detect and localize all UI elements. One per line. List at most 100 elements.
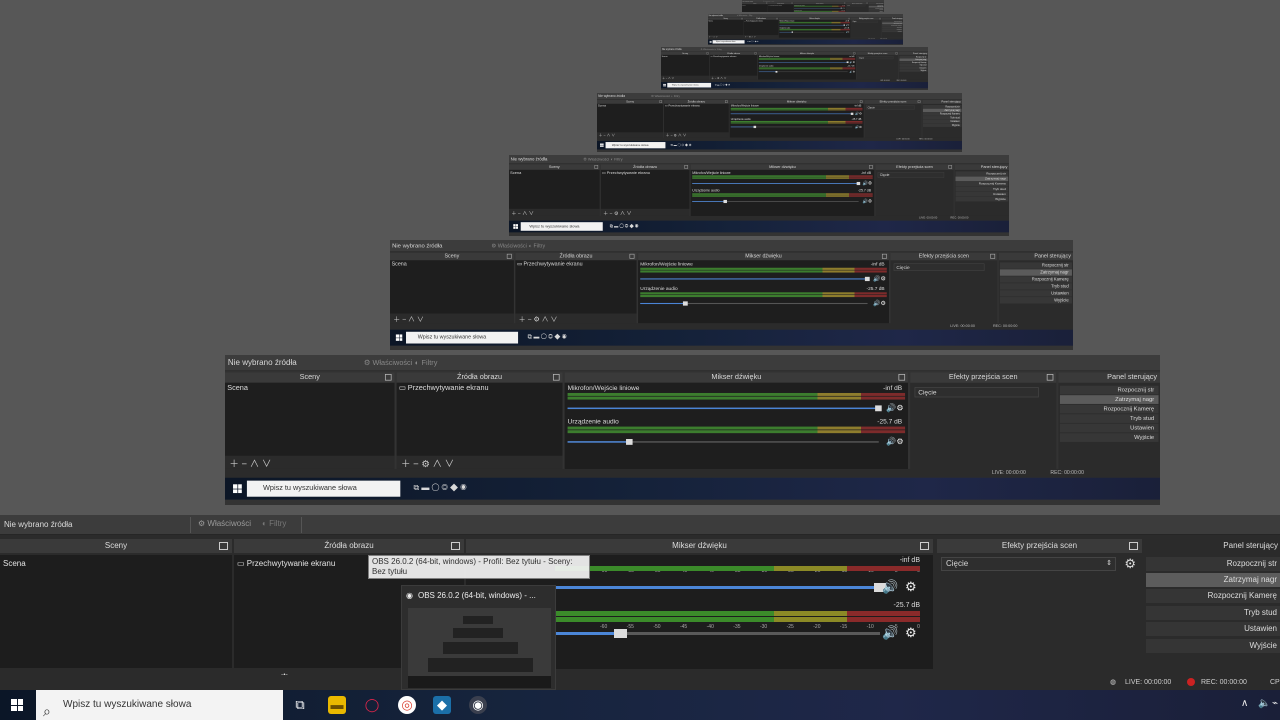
mini-sources-title: Źródła obrazu	[457, 373, 503, 382]
rec-timer: REC: 00:00:00	[1201, 679, 1247, 686]
mini-mixer-header: Mikser dźwięku	[638, 252, 889, 261]
mini-mic-speaker-icon: 🔊⚙	[855, 112, 862, 116]
mini-mixer-dock: Mikser dźwięku Mikrofon/Wejście liniowe …	[757, 52, 857, 80]
mini-source-item: ▭ Przechwytywanie ekranu	[768, 4, 783, 6]
scene-item[interactable]: Scena	[0, 555, 232, 572]
mini-sources-dock: Źródła obrazu ▭ Przechwytywanie ekranu ＋…	[600, 164, 690, 216]
stop-recording-button[interactable]: Zatrzymaj nagr	[1146, 573, 1280, 587]
preview-canvas[interactable]: Nie wybrano źródła ⚙ Właściwości ◐ Filtr…	[0, 0, 1280, 515]
mini-control-btn-0: Rozpocznij str	[1059, 385, 1159, 395]
steam-icon[interactable]: ◆	[433, 696, 451, 714]
exit-button[interactable]: Wyjście	[1146, 639, 1280, 653]
mini-source-item: ▭ Przechwytywanie ekranu	[601, 170, 650, 175]
mini-transitions-dock: Efekty przejścia scen Cięcie	[850, 17, 882, 38]
mini-float-icon	[859, 100, 863, 103]
mini-audio-meter	[567, 426, 906, 430]
mini-control-btn-3: Tryb stud	[1059, 414, 1159, 423]
mini-windows-icon	[663, 83, 666, 87]
float-dock-icon[interactable]	[219, 542, 228, 550]
mini-transitions-title: Efekty przejścia scen	[858, 17, 874, 20]
taskbar-search-box[interactable]: ⌕ Wpisz tu wyszukiwane słowa	[36, 690, 283, 720]
transitions-title: Efekty przejścia scen	[1001, 541, 1078, 550]
mini-mixer-title: Mikser dźwięku	[769, 164, 796, 170]
mini-mic-name: Mikrofon/Wejście liniowe	[567, 384, 640, 392]
speaker-tray-icon[interactable]: 🔈	[1258, 698, 1270, 709]
mini-float-icon	[881, 253, 887, 259]
mixer-title: Mikser dźwięku	[672, 541, 727, 550]
meter-tick-label: -35	[733, 624, 741, 630]
audio-settings-gear-icon[interactable]: ⚙	[905, 625, 917, 641]
windows-start-icon[interactable]	[11, 699, 23, 711]
start-virtualcam-button[interactable]: Rozpocznij Kamerę	[1146, 589, 1280, 603]
float-dock-icon[interactable]	[451, 542, 460, 550]
speaker-icon[interactable]: 🔊	[882, 625, 898, 641]
transition-settings-gear-icon[interactable]: ⚙	[1124, 556, 1136, 572]
mini-properties-label: Właściwości	[703, 48, 715, 51]
mini-mic-db: -inf dB	[883, 384, 903, 392]
studio-mode-button[interactable]: Tryb stud	[1146, 606, 1280, 620]
mini-control-btn-3: Tryb stud	[999, 283, 1072, 290]
mini-scenes-dock: Sceny Scena ＋ − ∧ ∨	[390, 252, 514, 324]
mini-scene-item: Scena	[597, 104, 606, 108]
start-stream-button[interactable]: Rozpocznij str	[1146, 557, 1280, 571]
mini-controls-dock: Panel sterujący Rozpocznij str Zatrzymaj…	[954, 164, 1009, 216]
mini-sources-dock: Źródła obrazu ▭ Przechwytywanie ekranu ＋…	[710, 52, 758, 80]
mini-controls-dock: Panel sterujący Rozpocznij str Zatrzymaj…	[922, 99, 962, 138]
mini-scenes-title: Sceny	[444, 253, 460, 260]
mini-transitions-dock: Efekty przejścia scen Cięcie	[910, 372, 1057, 469]
mini-transitions-header: Efekty przejścia scen	[856, 52, 899, 55]
mini-transitions-header: Efekty przejścia scen	[890, 252, 998, 261]
mini-source-item-label: Przechwytywanie ekranu	[746, 20, 763, 22]
mini-audio-db: -25.7 dB	[877, 417, 903, 426]
mini-filters-label: Filtry	[533, 242, 546, 249]
mini-sources-dock: Źródła obrazu ▭ Przechwytywanie ekranu ＋…	[515, 252, 637, 324]
mini-transition-select: Cięcie	[857, 56, 894, 60]
source-item-label: Przechwytywanie ekranu	[246, 559, 336, 568]
mini-taskbar: Wpisz tu wyszukiwane słowa ⧉ ▬ ◯ ◎ ◆ ◉	[661, 82, 928, 89]
audio-volume-slider[interactable]	[555, 629, 880, 638]
mini-source-bar: Nie wybrano źródła ⚙ Właściwości ◐ Filtr…	[597, 93, 962, 100]
float-dock-icon[interactable]	[1129, 542, 1138, 550]
mini-scenes-toolbar: ＋ − ∧ ∨	[225, 455, 395, 469]
mini-search-box: Wpisz tu wyszukiwane słowa	[406, 331, 519, 344]
mini-live: LIVE: 00:00:00	[919, 216, 938, 220]
mini-transitions-title: Efekty przejścia scen	[948, 373, 1018, 382]
mic-volume-slider[interactable]	[555, 583, 887, 592]
scenes-title: Sceny	[104, 541, 128, 550]
mini-control-btn-5: Wyjście	[999, 297, 1072, 304]
mini-transition-select: Cięcie	[893, 263, 985, 271]
filters-button[interactable]: ◐ Filtry	[262, 519, 286, 528]
mini-mixer-header: Mikser dźwięku	[564, 372, 908, 383]
float-dock-icon[interactable]	[920, 542, 929, 550]
toolbar-divider	[301, 517, 302, 533]
mini-mic-speaker-icon: 🔊⚙	[849, 60, 855, 64]
audio-volume-handle[interactable]	[614, 629, 627, 638]
chrome-icon[interactable]: ◎	[398, 696, 416, 714]
mini-mic-name: Mikrofon/Wejście liniowe	[640, 261, 693, 267]
mini-audio-name: Urządzenie audio	[567, 417, 619, 426]
filter-icon: ◐	[262, 519, 267, 528]
speaker-icon[interactable]: 🔊	[882, 579, 898, 595]
obs-taskbar-icon[interactable]: ◉	[469, 696, 487, 714]
taskbar-thumbnail-preview[interactable]: ◉ OBS 26.0.2 (64-bit, windows) - ...	[401, 585, 556, 690]
mini-mic-meter-2	[640, 270, 887, 273]
transition-select[interactable]: Cięcie ⇕	[941, 557, 1116, 571]
properties-button[interactable]: ⚙ Właściwości	[198, 519, 251, 528]
file-explorer-icon[interactable]: ▬	[328, 696, 346, 714]
opera-icon[interactable]: ◯	[363, 696, 381, 714]
mini-taskbar: Wpisz tu wyszukiwane słowa ⧉ ▬ ◯ ◎ ◆ ◉	[390, 329, 1073, 346]
network-tray-icon[interactable]: ⌁	[1272, 698, 1278, 709]
task-view-icon[interactable]: ⧉	[291, 696, 309, 714]
mini-audio-name: Urządzenie audio	[640, 285, 678, 292]
mini-audio-db: -25.7 dB	[851, 117, 862, 121]
mini-transitions-dock: Efekty przejścia scen Cięcie	[846, 2, 869, 12]
mini-control-btn-4: Ustawien	[955, 191, 1009, 197]
mini-scenes-dock: Sceny Scena ＋ − ∧ ∨	[708, 17, 744, 38]
mini-properties-label: Właściwości	[587, 157, 610, 162]
settings-button[interactable]: Ustawien	[1146, 622, 1280, 636]
mic-settings-gear-icon[interactable]: ⚙	[905, 579, 917, 595]
mini-float-icon	[895, 52, 898, 55]
mirror-frame-5: Nie wybrano źródła ⚙ Właściwości ◐ Filtr…	[661, 47, 928, 90]
chevron-up-icon[interactable]: ∧	[1241, 698, 1248, 709]
mini-search-box: Wpisz tu wyszukiwane słowa	[605, 142, 666, 149]
